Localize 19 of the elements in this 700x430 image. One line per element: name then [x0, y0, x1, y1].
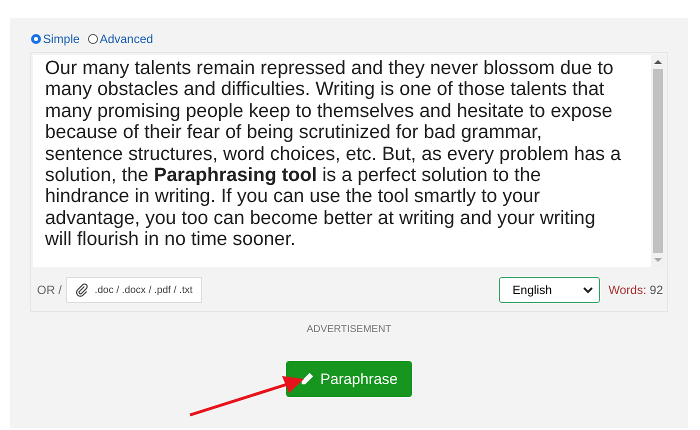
pencil-icon [300, 372, 314, 386]
text-editor[interactable] [33, 55, 665, 267]
paraphrase-button[interactable]: Paraphrase [286, 361, 412, 397]
radio-icon[interactable] [88, 34, 98, 44]
input-text: Our many talents remain repressed and they never blossom due to many obstacles and difficulties. Writing is one of those talents that many promising people keep to themselves and hesitate to expose because of their fear of being scrutinized for bad grammar, sentence structures, word choices, etc. But, as every problem has a solution, the Paraphrasing tool is a perfect solution to the hindrance in writing. If you can use the tool smartly to your advantage, you too can become better at writing and your writing will flourish in no time sooner. [44, 57, 622, 252]
chevron-down-icon [582, 286, 593, 294]
language-select[interactable]: English [498, 277, 600, 303]
file-upload-field[interactable]: .doc / .docx / .pdf / .txt [66, 277, 202, 303]
mode-radio[interactable]: Simple [31, 32, 80, 46]
advertisement-label: ADVERTISEMENT [306, 324, 392, 335]
radio-icon[interactable] [31, 34, 41, 44]
mode-label: Advanced [100, 32, 154, 46]
word-count: Words: 92 [608, 283, 663, 297]
paperclip-icon [74, 283, 89, 297]
mode-radio[interactable]: Advanced [88, 32, 154, 46]
mode-label: Simple [43, 32, 80, 46]
or-label: OR / [37, 283, 62, 297]
scroll-up-icon[interactable] [654, 59, 662, 65]
scrollbar[interactable] [651, 55, 665, 267]
